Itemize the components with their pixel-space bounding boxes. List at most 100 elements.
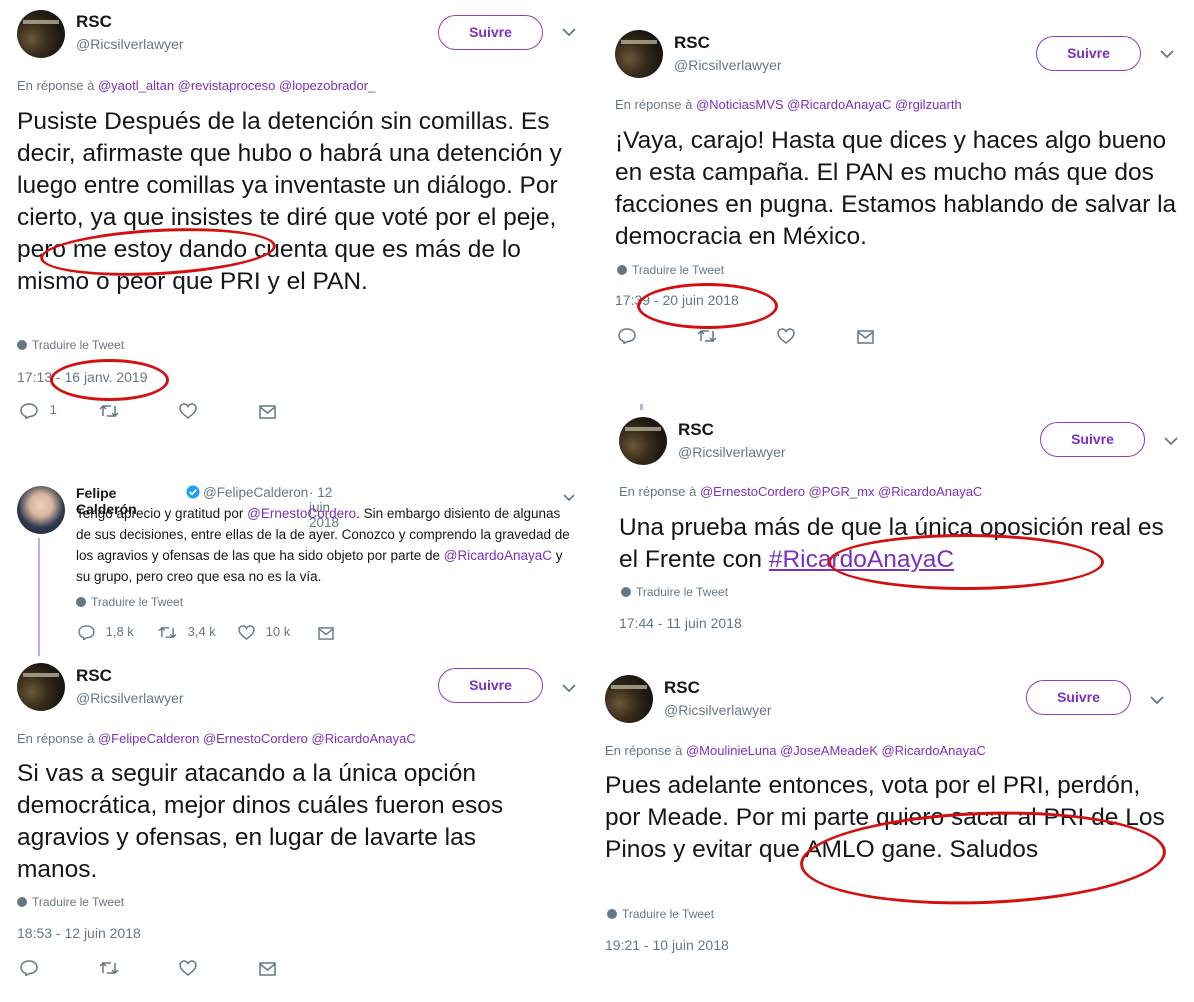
translate-link[interactable]: Traduire le Tweet xyxy=(617,263,724,277)
message-button[interactable] xyxy=(318,625,334,640)
reply-context: En réponse à @NoticiasMVS @RicardoAnayaC… xyxy=(615,97,962,112)
avatar[interactable] xyxy=(17,10,65,58)
message-icon xyxy=(857,329,874,344)
retweet-icon xyxy=(158,626,177,639)
like-button[interactable] xyxy=(179,402,197,419)
retweet-button[interactable]: 3,4 k xyxy=(158,624,216,640)
like-button[interactable] xyxy=(777,327,795,344)
like-button[interactable]: 10 k xyxy=(238,624,291,641)
message-button[interactable] xyxy=(857,328,874,344)
tweet-text: Pusiste Después de la detención sin comi… xyxy=(17,108,562,295)
follow-button[interactable]: Suivre xyxy=(438,15,543,50)
tweet-timestamp[interactable]: 18:53 - 12 juin 2018 xyxy=(17,925,141,941)
reply-button[interactable] xyxy=(20,959,38,976)
chevron-down-icon[interactable] xyxy=(562,680,576,696)
globe-icon xyxy=(76,597,86,607)
reply-mentions[interactable]: @yaotl_altan @revistaproceso @lopezobrad… xyxy=(98,78,375,93)
author-handle[interactable]: @Ricsilverlawyer xyxy=(76,690,184,706)
globe-icon xyxy=(621,587,631,597)
author-name[interactable]: RSC xyxy=(678,420,714,440)
tweet-text: Pues adelante entonces, vota por el PRI,… xyxy=(605,772,1165,863)
message-button[interactable] xyxy=(259,960,276,976)
translate-link[interactable]: Traduire le Tweet xyxy=(621,585,728,599)
translate-link[interactable]: Traduire le Tweet xyxy=(17,895,124,909)
tweet-text: ¡Vaya, carajo! Hasta que dices y haces a… xyxy=(615,127,1177,250)
hashtag-link[interactable]: #RicardoAnayaC xyxy=(769,546,954,573)
translate-link[interactable]: Traduire le Tweet xyxy=(607,907,714,921)
reply-context: En réponse à @MoulinieLuna @JoseAMeadeK … xyxy=(605,743,986,758)
globe-icon xyxy=(17,897,27,907)
author-name[interactable]: RSC xyxy=(674,33,710,53)
author-handle[interactable]: @FelipeCalderon xyxy=(203,485,308,500)
thread-line xyxy=(38,538,40,656)
chevron-down-icon[interactable] xyxy=(1164,433,1178,449)
reply-mentions[interactable]: @MoulinieLuna @JoseAMeadeK @RicardoAnaya… xyxy=(686,743,986,758)
retweet-icon xyxy=(697,329,717,342)
message-icon xyxy=(318,627,334,640)
retweet-button[interactable] xyxy=(99,959,119,976)
tweet-timestamp[interactable]: 17:39 - 20 juin 2018 xyxy=(615,292,739,308)
reply-icon xyxy=(20,402,38,419)
globe-icon xyxy=(607,909,617,919)
reply-mentions[interactable]: @NoticiasMVS @RicardoAnayaC @rgilzuarth xyxy=(696,97,962,112)
reply-context: En réponse à @ErnestoCordero @PGR_mx @Ri… xyxy=(619,484,982,499)
mention-link[interactable]: @RicardoAnayaC xyxy=(444,548,552,563)
avatar[interactable] xyxy=(615,30,663,78)
verified-icon xyxy=(186,485,200,504)
avatar[interactable] xyxy=(17,663,65,711)
follow-button[interactable]: Suivre xyxy=(438,668,543,703)
retweet-button[interactable] xyxy=(99,402,119,419)
translate-link[interactable]: Traduire le Tweet xyxy=(17,338,124,352)
reply-mentions[interactable]: @FelipeCalderon @ErnestoCordero @Ricardo… xyxy=(98,731,416,746)
author-handle[interactable]: @Ricsilverlawyer xyxy=(664,702,772,718)
reply-icon xyxy=(20,959,38,976)
author-handle[interactable]: @Ricsilverlawyer xyxy=(678,444,786,460)
follow-button[interactable]: Suivre xyxy=(1040,422,1145,457)
like-icon xyxy=(179,402,197,419)
tweet-timestamp[interactable]: 17:44 - 11 juin 2018 xyxy=(619,615,742,631)
reply-icon xyxy=(618,327,636,344)
mention-link[interactable]: @ErnestoCordero xyxy=(247,506,356,521)
avatar[interactable] xyxy=(619,417,667,465)
follow-button[interactable]: Suivre xyxy=(1026,680,1131,715)
reply-button[interactable]: 1 xyxy=(20,402,57,419)
author-name[interactable]: RSC xyxy=(664,678,700,698)
globe-icon xyxy=(17,340,27,350)
retweet-icon xyxy=(99,961,119,974)
reply-prefix: En réponse à xyxy=(619,484,697,499)
reply-icon xyxy=(78,625,95,641)
retweet-icon xyxy=(99,404,119,417)
avatar[interactable] xyxy=(17,486,65,534)
tweet-text: Si vas a seguir atacando a la única opci… xyxy=(17,760,504,883)
message-icon xyxy=(259,404,276,419)
chevron-down-icon[interactable] xyxy=(562,24,576,40)
chevron-down-icon[interactable] xyxy=(1160,46,1174,62)
tweet-text: Una prueba más de que la única oposición… xyxy=(619,512,1184,576)
follow-button[interactable]: Suivre xyxy=(1036,36,1141,71)
tweet-text: Tengo aprecio y gratitud por @ErnestoCor… xyxy=(76,506,570,584)
author-name[interactable]: RSC xyxy=(76,666,112,686)
tweet-timestamp[interactable]: 17:13 - 16 janv. 2019 xyxy=(17,369,148,385)
chevron-down-icon[interactable] xyxy=(1150,692,1164,708)
reply-context: En réponse à @yaotl_altan @revistaproces… xyxy=(17,78,375,93)
tweet-timestamp[interactable]: 19:21 - 10 juin 2018 xyxy=(605,937,729,953)
retweet-count: 3,4 k xyxy=(187,624,216,639)
like-icon xyxy=(179,959,197,976)
like-button[interactable] xyxy=(179,959,197,976)
avatar[interactable] xyxy=(605,675,653,723)
translate-link[interactable]: Traduire le Tweet xyxy=(76,595,183,609)
message-icon xyxy=(259,961,276,976)
author-handle[interactable]: @Ricsilverlawyer xyxy=(674,57,782,73)
retweet-button[interactable] xyxy=(697,327,717,344)
reply-button[interactable] xyxy=(618,327,636,344)
reply-button[interactable]: 1,8 k xyxy=(78,624,134,641)
message-button[interactable] xyxy=(259,403,276,419)
author-name[interactable]: RSC xyxy=(76,12,112,32)
like-icon xyxy=(238,625,255,641)
thread-connector xyxy=(640,404,643,410)
reply-mentions[interactable]: @ErnestoCordero @PGR_mx @RicardoAnayaC xyxy=(700,484,982,499)
author-handle[interactable]: @Ricsilverlawyer xyxy=(76,36,184,52)
reply-count: 1 xyxy=(49,402,57,417)
like-count: 10 k xyxy=(265,624,291,639)
globe-icon xyxy=(617,265,627,275)
